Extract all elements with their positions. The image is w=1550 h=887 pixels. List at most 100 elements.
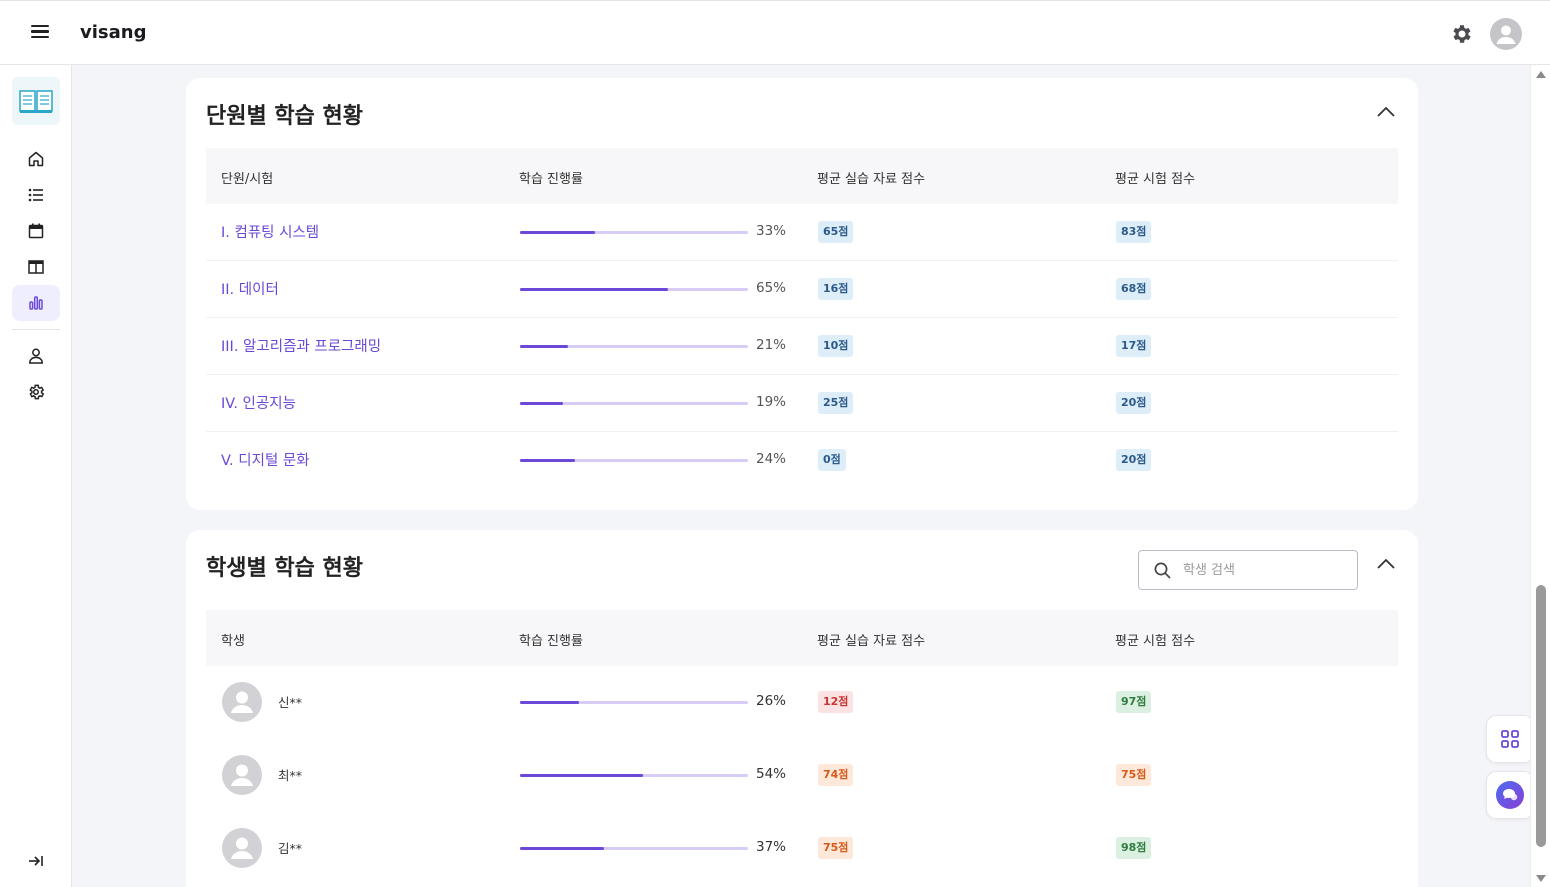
chat-icon: [1496, 781, 1524, 809]
progress-bar: [520, 288, 748, 291]
practice-score-badge: 74점: [818, 764, 854, 786]
table-row: I. 컴퓨팅 시스템 33% 65점 83점: [206, 204, 1398, 261]
scroll-thumb[interactable]: [1536, 585, 1546, 847]
scroll-up-arrow[interactable]: [1536, 71, 1546, 78]
progress-fill: [520, 701, 580, 704]
exam-score-badge: 68점: [1116, 278, 1152, 300]
exam-score-badge: 20점: [1116, 392, 1152, 414]
layout-icon[interactable]: [12, 249, 60, 285]
students-section-title: 학생별 학습 현황: [206, 556, 363, 581]
page-scrollbar[interactable]: [1530, 65, 1550, 887]
search-icon: [1153, 561, 1172, 584]
students-section: 학생별 학습 현황 학생 학습 진행률 평균 실습 자료 점수 평균 시험 점수…: [186, 530, 1418, 887]
progress-percent: 21%: [756, 337, 787, 353]
avatar: [222, 828, 262, 868]
progress-fill: [520, 847, 605, 850]
column-header: 학생: [221, 634, 245, 649]
column-header: 학습 진행률: [519, 172, 583, 187]
student-search-input[interactable]: [1183, 560, 1343, 580]
unit-link[interactable]: I. 컴퓨팅 시스템: [221, 221, 319, 242]
exam-score-badge: 75점: [1116, 764, 1152, 786]
column-header: 평균 시험 점수: [1115, 172, 1196, 187]
column-header: 학습 진행률: [519, 634, 583, 649]
progress-fill: [520, 774, 644, 777]
units-table-header: 단원/시험 학습 진행률 평균 실습 자료 점수 평균 시험 점수: [206, 148, 1398, 204]
user-icon[interactable]: [12, 338, 60, 374]
menu-icon[interactable]: [28, 22, 52, 44]
table-row: III. 알고리즘과 프로그래밍 21% 10점 17점: [206, 318, 1398, 375]
table-row[interactable]: 최** 54% 74점 75점: [206, 739, 1398, 812]
table-row[interactable]: 김** 37% 75점 98점: [206, 812, 1398, 885]
table-row: V. 디지털 문화 24% 0점 20점: [206, 432, 1398, 489]
unit-link[interactable]: II. 데이터: [221, 278, 279, 299]
settings-icon[interactable]: [12, 374, 60, 410]
brand-name[interactable]: visang: [80, 22, 146, 43]
progress-bar: [520, 231, 748, 234]
column-header: 평균 시험 점수: [1115, 634, 1196, 649]
sidebar-divider: [12, 329, 60, 330]
progress-fill: [520, 402, 564, 405]
progress-percent: 24%: [756, 451, 787, 467]
progress-percent: 65%: [756, 280, 787, 296]
unit-link[interactable]: III. 알고리즘과 프로그래밍: [221, 335, 381, 356]
student-search-box: [1138, 550, 1358, 590]
exam-score-badge: 97점: [1116, 691, 1152, 713]
practice-score-badge: 75점: [818, 837, 854, 859]
column-header: 평균 실습 자료 점수: [817, 172, 926, 187]
practice-score-badge: 10점: [818, 335, 854, 357]
progress-bar: [520, 701, 748, 704]
practice-score-badge: 12점: [818, 691, 854, 713]
exam-score-badge: 98점: [1116, 837, 1152, 859]
student-name: 신**: [278, 695, 303, 710]
gear-icon[interactable]: [1450, 22, 1474, 46]
student-name: 최**: [278, 768, 303, 783]
scroll-down-arrow[interactable]: [1536, 875, 1546, 882]
avatar: [222, 682, 262, 722]
home-icon[interactable]: [12, 141, 60, 177]
exam-score-badge: 17점: [1116, 335, 1152, 357]
students-table-header: 학생 학습 진행률 평균 실습 자료 점수 평균 시험 점수: [206, 610, 1398, 666]
practice-score-badge: 65점: [818, 221, 854, 243]
units-section: 단원별 학습 현황 단원/시험 학습 진행률 평균 실습 자료 점수 평균 시험…: [186, 78, 1418, 510]
progress-fill: [520, 459, 575, 462]
progress-bar: [520, 459, 748, 462]
chevron-up-icon[interactable]: [1374, 100, 1398, 124]
table-row: II. 데이터 65% 16점 68점: [206, 261, 1398, 318]
chevron-up-icon[interactable]: [1374, 552, 1398, 576]
practice-score-badge: 0점: [818, 449, 846, 471]
practice-score-badge: 16점: [818, 278, 854, 300]
progress-fill: [520, 231, 596, 234]
column-header: 단원/시험: [221, 172, 274, 187]
unit-link[interactable]: IV. 인공지능: [221, 392, 296, 413]
table-row[interactable]: 신** 26% 12점 97점: [206, 666, 1398, 739]
exam-score-badge: 83점: [1116, 221, 1152, 243]
unit-link[interactable]: V. 디지털 문화: [221, 449, 310, 470]
progress-bar: [520, 847, 748, 850]
progress-bar: [520, 402, 748, 405]
progress-percent: 37%: [756, 839, 787, 855]
progress-percent: 26%: [756, 693, 787, 709]
chart-icon[interactable]: [12, 285, 60, 321]
grid-icon: [1501, 730, 1519, 748]
column-header: 평균 실습 자료 점수: [817, 634, 926, 649]
progress-fill: [520, 345, 568, 348]
progress-percent: 19%: [756, 394, 787, 410]
calendar-icon[interactable]: [12, 213, 60, 249]
list-icon[interactable]: [12, 177, 60, 213]
progress-bar: [520, 345, 748, 348]
student-name: 김**: [278, 841, 303, 856]
practice-score-badge: 25점: [818, 392, 854, 414]
expand-sidebar-icon[interactable]: [12, 843, 60, 879]
exam-score-badge: 20점: [1116, 449, 1152, 471]
chat-button[interactable]: [1486, 771, 1534, 819]
table-row: IV. 인공지능 19% 25점 20점: [206, 375, 1398, 432]
apps-grid-button[interactable]: [1486, 715, 1534, 763]
sidebar: [0, 65, 72, 887]
book-logo-icon[interactable]: [12, 77, 60, 125]
top-bar: visang: [0, 0, 1550, 65]
progress-fill: [520, 288, 669, 291]
units-section-title: 단원별 학습 현황: [206, 104, 363, 129]
avatar: [222, 755, 262, 795]
avatar[interactable]: [1490, 18, 1522, 50]
progress-percent: 33%: [756, 223, 787, 239]
